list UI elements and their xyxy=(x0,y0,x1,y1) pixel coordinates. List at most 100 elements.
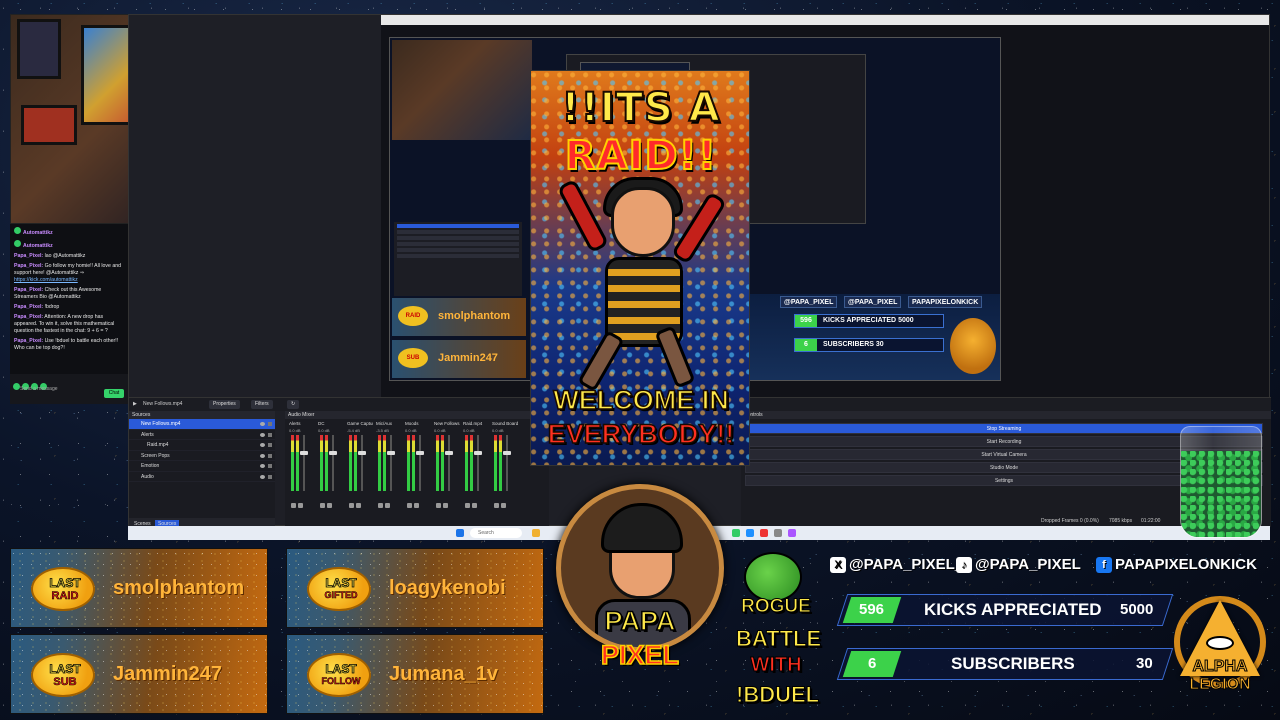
volume-slider[interactable] xyxy=(474,451,482,455)
chat-message: Papa_Pixel: lao @Automattikz xyxy=(14,253,86,259)
chat-message: Papa_Pixel: Go follow my homie!! All lov… xyxy=(14,263,121,283)
source-item[interactable]: Screen Pops xyxy=(129,451,275,461)
last-follow-badge: LAST FOLLOW xyxy=(307,653,371,697)
mute-icon[interactable] xyxy=(327,503,332,508)
lock-icon[interactable] xyxy=(268,422,272,426)
mute-icon[interactable] xyxy=(501,503,506,508)
rogue-label: ROGUE xyxy=(741,596,812,618)
raid-alert: !!ITS A RAID!! WELCOME IN EVERYBODY!! xyxy=(530,70,750,466)
folder-icon[interactable] xyxy=(532,529,540,537)
eye-icon xyxy=(1206,636,1234,650)
gear-icon[interactable] xyxy=(436,503,441,508)
browser-icon[interactable] xyxy=(746,529,754,537)
gear-icon[interactable] xyxy=(349,503,354,508)
chat-send-button[interactable]: Chat xyxy=(104,389,124,398)
mixer-channel: Moods 0.0 dB xyxy=(405,421,431,508)
lock-icon[interactable] xyxy=(268,464,272,468)
volume-slider[interactable] xyxy=(300,451,308,455)
volume-slider[interactable] xyxy=(358,451,366,455)
app-icon[interactable] xyxy=(760,529,768,537)
play-icon[interactable]: ▶ xyxy=(133,401,137,407)
chat-message: Papa_Pixel: Attention: A new drop has ap… xyxy=(14,314,115,334)
papa-name-1: PAPA xyxy=(604,605,677,637)
last-gifted-box: LAST GIFTED loagykenobi xyxy=(286,548,544,628)
social-facebook: f PAPAPIXELONKICK xyxy=(1096,554,1257,576)
mini-webcam xyxy=(392,40,532,140)
sources-dock: New Follows.mp4 Alerts Raid.mp4 Screen P… xyxy=(129,419,275,529)
mute-icon[interactable] xyxy=(298,503,303,508)
mute-icon[interactable] xyxy=(414,503,419,508)
avatar-hat xyxy=(601,503,683,553)
mixer-channel: Alerts 0.0 dB xyxy=(289,421,315,508)
gear-icon[interactable] xyxy=(320,503,325,508)
preview-stats: @PAPA_PIXEL @PAPA_PIXEL PAPAPIXELONKICK … xyxy=(750,294,1000,380)
battle-line-1: BATTLE xyxy=(736,626,822,652)
source-item[interactable]: New Follows.mp4 xyxy=(129,419,275,430)
stream-overlay: good vibes Automattikz Automattikz Papa_… xyxy=(0,0,1280,720)
chat-link[interactable]: https://kick.com/automattikz xyxy=(14,277,78,283)
properties-button[interactable]: Properties xyxy=(209,400,240,409)
kicks-goal: 5000 xyxy=(1119,601,1153,618)
jar-fill xyxy=(1181,451,1261,537)
kicks-label: KICKS APPRECIATED xyxy=(924,600,1102,619)
start-icon[interactable] xyxy=(456,529,464,537)
preview-stat-kicks: 596 KICKS APPRECIATED 5000 xyxy=(794,314,944,328)
raid-line-1: !!ITS A xyxy=(560,84,721,132)
gear-icon[interactable] xyxy=(494,503,499,508)
lock-icon[interactable] xyxy=(268,474,272,479)
source-item[interactable]: Audio xyxy=(129,472,275,482)
subs-goal-bar: 6 SUBSCRIBERS 30 xyxy=(836,648,1174,680)
volume-slider[interactable] xyxy=(445,451,453,455)
badge-icon xyxy=(14,240,21,247)
mute-icon[interactable] xyxy=(356,503,361,508)
volume-slider[interactable] xyxy=(416,451,424,455)
tiktok-icon: ♪ xyxy=(956,557,972,574)
eye-icon[interactable] xyxy=(260,432,265,437)
chat-input[interactable]: Send a message xyxy=(20,386,58,392)
lock-icon[interactable] xyxy=(268,443,272,447)
eye-icon[interactable] xyxy=(260,422,265,426)
chat-message: Papa_Pixel: Check out this Awesome Strea… xyxy=(14,287,102,300)
audio-mixer: Alerts0.0 dB DC0.0 dB Game Capture-5.4 d… xyxy=(285,419,549,529)
chat-message: Papa_Pixel: !bdrop xyxy=(14,304,60,310)
source-item[interactable]: Alerts xyxy=(129,430,275,440)
mute-icon[interactable] xyxy=(443,503,448,508)
app-icon[interactable] xyxy=(732,529,740,537)
source-item[interactable]: Emotion xyxy=(129,461,275,472)
last-follow-box: LAST FOLLOW Jumana_1v xyxy=(286,634,544,714)
eye-icon[interactable] xyxy=(260,443,265,447)
eye-icon[interactable] xyxy=(260,453,265,458)
chat-message: Automattikz xyxy=(14,227,124,237)
chat-message: Papa_Pixel: Use !bduel to battle each ot… xyxy=(14,338,119,351)
eye-icon[interactable] xyxy=(260,474,265,479)
source-item[interactable]: Raid.mp4 xyxy=(129,440,275,451)
gear-icon[interactable] xyxy=(407,503,412,508)
volume-slider[interactable] xyxy=(503,451,511,455)
volume-slider[interactable] xyxy=(387,451,395,455)
eye-icon[interactable] xyxy=(260,464,265,468)
battle-line-2: WITH xyxy=(750,654,802,677)
mixer-channel: Sound Board 0.0 dB xyxy=(492,421,518,508)
mixer-channel: Mic/Aux -3.5 dB xyxy=(376,421,402,508)
gear-icon[interactable] xyxy=(291,503,296,508)
gear-icon[interactable] xyxy=(378,503,383,508)
filters-button[interactable]: Filters xyxy=(251,400,273,409)
app-icon[interactable] xyxy=(788,529,796,537)
mixer-channel: Game Capture-5.4 dB xyxy=(347,421,373,508)
subs-goal: 30 xyxy=(1136,655,1153,672)
gear-icon[interactable] xyxy=(465,503,470,508)
app-icon[interactable] xyxy=(774,529,782,537)
mute-icon[interactable] xyxy=(472,503,477,508)
social-tiktok: ♪ @PAPA_PIXEL xyxy=(956,554,1081,576)
refresh-icon[interactable]: ↻ xyxy=(287,400,300,409)
emote-icon[interactable] xyxy=(13,383,20,390)
character-leg xyxy=(654,325,696,389)
volume-slider[interactable] xyxy=(329,451,337,455)
subs-count: 6 xyxy=(842,651,902,677)
lock-icon[interactable] xyxy=(268,432,272,437)
mute-icon[interactable] xyxy=(385,503,390,508)
mixer-channel: New Follows.mp40.0 dB xyxy=(434,421,460,508)
last-follow-name: Jumana_1v xyxy=(389,663,498,685)
taskbar-search[interactable]: Search xyxy=(470,528,522,538)
lock-icon[interactable] xyxy=(268,453,272,458)
